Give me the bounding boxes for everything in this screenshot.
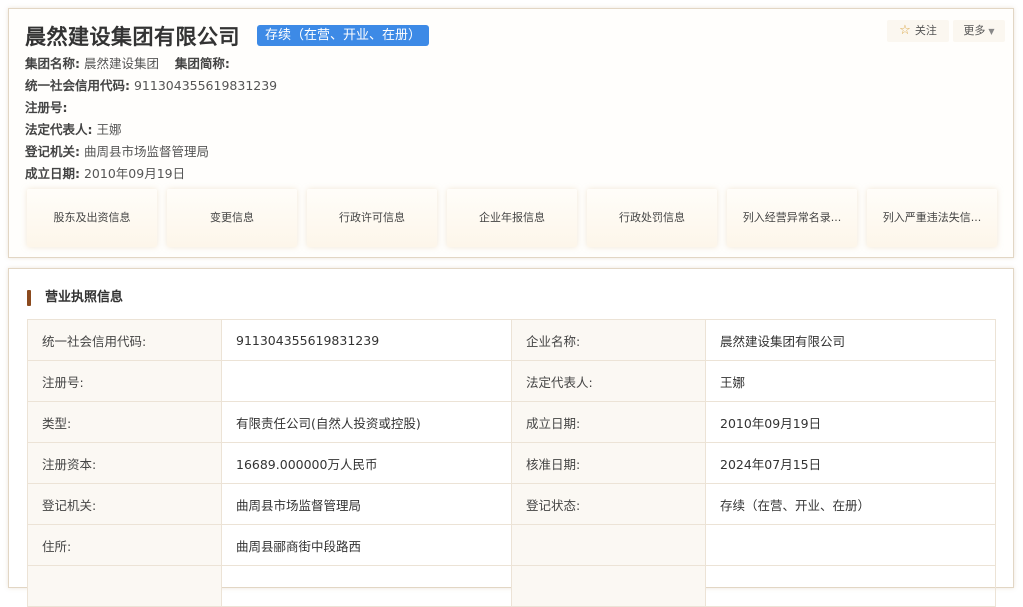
field-label: 企业名称: [511,319,706,361]
field-label: 住所: [27,524,222,566]
table-row: 注册资本: 16689.000000万人民币 核准日期: 2024年07月15日 [27,442,996,484]
field-value: 有限责任公司(自然人投资或控股) [221,401,512,443]
field-value: 曲周县市场监督管理局 [221,483,512,525]
field-label: 类型: [27,401,222,443]
quick-link-permits[interactable]: 行政许可信息 [307,189,437,247]
field-label [511,524,706,566]
field-label: 登记机关: [27,483,222,525]
reg-no-row: 注册号: [25,100,68,115]
table-row [27,565,996,607]
star-icon: ☆ [899,23,911,38]
status-badge: 存续（在营、开业、在册） [257,25,430,46]
field-value: 晨然建设集团有限公司 [705,319,996,361]
founded-row: 成立日期: 2010年09月19日 [25,166,186,181]
field-label: 注册资本: [27,442,222,484]
legal-rep-row: 法定代表人: 王娜 [25,122,122,137]
chevron-down-icon: ▼ [988,27,995,36]
company-header-card: 晨然建设集团有限公司 存续（在营、开业、在册） ☆ 关注 更多 ▼ 集团名称: 晨然… [8,8,1014,258]
field-value [221,360,512,402]
table-row: 类型: 有限责任公司(自然人投资或控股) 成立日期: 2010年09月19日 [27,401,996,443]
license-table: 统一社会信用代码: 911304355619831239 企业名称: 晨然建设集团有限… [27,319,996,607]
quick-link-changes[interactable]: 变更信息 [167,189,297,247]
quick-link-shareholders[interactable]: 股东及出资信息 [27,189,157,247]
field-label [511,565,706,607]
field-value: 存续（在营、开业、在册） [705,483,996,525]
field-label: 登记状态: [511,483,706,525]
field-label: 成立日期: [511,401,706,443]
section-title: 营业执照信息 [45,290,124,305]
authority-row: 登记机关: 曲周县市场监督管理局 [25,144,209,159]
quick-link-annual-reports[interactable]: 企业年报信息 [447,189,577,247]
quick-link-serious-violations[interactable]: 列入严重违法失信... [867,189,997,247]
section-marker [27,290,31,306]
field-label: 统一社会信用代码: [27,319,222,361]
quick-links: 股东及出资信息 变更信息 行政许可信息 企业年报信息 行政处罚信息 列入经营异常… [27,189,997,247]
company-name: 晨然建设集团有限公司 [25,25,240,49]
field-value [705,565,996,607]
table-row: 住所: 曲周县郦商街中段路西 [27,524,996,566]
business-license-card: 营业执照信息 统一社会信用代码: 911304355619831239 企业名称: 晨… [8,268,1014,607]
more-button[interactable]: 更多 ▼ [953,20,1005,42]
table-row: 注册号: 法定代表人: 王娜 [27,360,996,402]
field-label: 法定代表人: [511,360,706,402]
table-row: 登记机关: 曲周县市场监督管理局 登记状态: 存续（在营、开业、在册） [27,483,996,525]
field-value [221,565,512,607]
field-value: 2010年09月19日 [705,401,996,443]
more-label: 更多 [963,24,986,37]
field-value: 2024年07月15日 [705,442,996,484]
field-value: 911304355619831239 [221,319,512,361]
quick-link-penalties[interactable]: 行政处罚信息 [587,189,717,247]
quick-link-abnormal-list[interactable]: 列入经营异常名录... [727,189,857,247]
group-name-row: 集团名称: 晨然建设集团 集团简称: [25,56,230,71]
follow-button[interactable]: ☆ 关注 [887,20,949,42]
credit-code-row: 统一社会信用代码: 911304355619831239 [25,78,278,93]
field-label: 核准日期: [511,442,706,484]
follow-label: 关注 [914,24,937,37]
table-row: 统一社会信用代码: 911304355619831239 企业名称: 晨然建设集团有限… [27,319,996,361]
field-label: 注册号: [27,360,222,402]
field-value: 曲周县郦商街中段路西 [221,524,512,566]
field-value [705,524,996,566]
field-value: 王娜 [705,360,996,402]
field-label [27,565,222,607]
field-value: 16689.000000万人民币 [221,442,512,484]
